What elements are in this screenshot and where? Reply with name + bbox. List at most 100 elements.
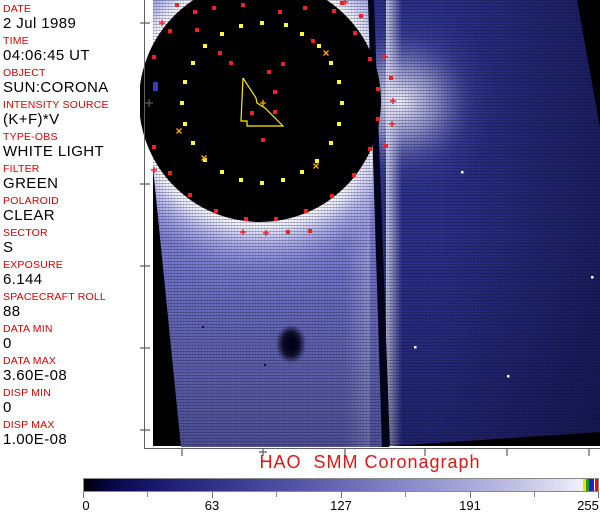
meta-value: 2 Jul 1989: [3, 15, 77, 32]
metadata-sidebar: DATE 2 Jul 1989 TIME 04:06:45 UT OBJECT …: [0, 0, 150, 456]
meta-item-spacecraft-roll: SPACECRAFT ROLL 88: [3, 291, 150, 323]
colorbar-tick-minor: [276, 492, 277, 497]
meta-item-data-max: DATA MAX 3.60E-08: [3, 355, 150, 387]
fiducial-red-dot: [188, 193, 192, 197]
fiducial-red-dot: [273, 90, 277, 94]
star-dot: [591, 276, 594, 279]
fiducial-red-dot: [368, 57, 372, 61]
colorbar-label: 191: [459, 498, 481, 512]
fiducial-red-dot: [368, 147, 372, 151]
coronagraph-viewer-window: DATE 2 Jul 1989 TIME 04:06:45 UT OBJECT …: [0, 0, 600, 512]
fiducial-red-dot: [281, 62, 285, 66]
fiducial-red-dot: [278, 10, 282, 14]
fiducial-red-dot: [250, 111, 254, 115]
fiducial-yellow-dot: [239, 178, 243, 182]
fiducial-yellow-dot: [220, 32, 224, 36]
meta-item-filter: FILTER GREEN: [3, 163, 150, 195]
fiducial-yellow-dot: [239, 24, 243, 28]
meta-value: 6.144: [3, 271, 43, 288]
meta-item-time: TIME 04:06:45 UT: [3, 35, 150, 67]
meta-value: WHITE LIGHT: [3, 143, 105, 160]
fiducial-red-dot: [308, 229, 312, 233]
meta-value: 1.00E-08: [3, 431, 68, 448]
colorbar: [83, 478, 599, 492]
film-edge-artifact: [153, 82, 158, 91]
fiducial-yellow-dot: [203, 44, 207, 48]
fiducial-yellow-dot: [317, 44, 321, 48]
meta-value: 0: [3, 399, 12, 416]
colorbar-saturation-stripe: [589, 479, 594, 491]
colorbar-tick-minor: [147, 492, 148, 497]
fiducial-yellow-dot: [281, 178, 285, 182]
fiducial-red-dot: [273, 110, 277, 114]
star-dot: [507, 375, 510, 378]
fiducial-red-dot: [286, 230, 290, 234]
fiducial-red-dot: [353, 31, 357, 35]
meta-value: GREEN: [3, 175, 59, 192]
fiducial-yellow-dot: [260, 181, 264, 185]
page-title: HAO SMM Coronagraph: [259, 452, 481, 472]
fiducial-red-dot: [241, 3, 245, 7]
colorbar-tick-minor: [534, 492, 535, 497]
fiducial-yellow-dot: [329, 61, 333, 65]
fiducial-red-dot: [212, 6, 216, 10]
fiducial-yellow-dot: [315, 159, 319, 163]
fiducial-red-dot: [389, 76, 393, 80]
fiducial-red-dot: [214, 209, 218, 213]
fiducial-red-dot: [274, 217, 278, 221]
fiducial-yellow-dot: [300, 32, 304, 36]
meta-label: SPACECRAFT ROLL: [3, 291, 106, 303]
meta-value: 0: [3, 335, 12, 352]
fiducial-yellow-dot: [180, 101, 184, 105]
meta-value: CLEAR: [3, 207, 56, 224]
meta-item-disp-min: DISP MIN 0: [3, 387, 150, 419]
fiducial-yellow-dot: [191, 141, 195, 145]
fiducial-red-dot: [218, 51, 222, 55]
colorbar-label: 63: [204, 498, 220, 512]
fiducial-red-dot: [384, 144, 388, 148]
coronagraph-image: [140, 0, 600, 456]
fiducial-red-dot: [352, 173, 356, 177]
fiducial-red-dot: [330, 194, 334, 198]
meta-item-polaroid: POLAROID CLEAR: [3, 195, 150, 227]
fiducial-red-dot: [304, 209, 308, 213]
meta-item-disp-max: DISP MAX 1.00E-08: [3, 419, 150, 451]
meta-item-object: OBJECT SUN:CORONA: [3, 67, 150, 99]
fiducial-yellow-dot: [300, 170, 304, 174]
fiducial-red-dot: [267, 70, 271, 74]
fiducial-red-dot: [261, 138, 265, 142]
fiducial-red-dot: [195, 28, 199, 32]
colorbar-label: 127: [330, 498, 352, 512]
meta-value: 3.60E-08: [3, 367, 68, 384]
colorbar-label: 0: [82, 498, 90, 512]
fiducial-yellow-dot: [220, 170, 224, 174]
fiducial-red-dot: [359, 14, 363, 18]
meta-value: (K+F)*V: [3, 111, 60, 128]
fiducial-yellow-dot: [284, 23, 288, 27]
meta-item-exposure: EXPOSURE 6.144: [3, 259, 150, 291]
meta-value: S: [3, 239, 14, 256]
colorbar-tick-minor: [405, 492, 406, 497]
meta-value: 88: [3, 303, 21, 320]
fiducial-yellow-dot: [191, 61, 195, 65]
fiducial-red-dot: [303, 6, 307, 10]
fiducial-red-dot: [175, 3, 179, 7]
meta-label: DISP MIN: [3, 387, 52, 399]
meta-item-sector: SECTOR S: [3, 227, 150, 259]
meta-item-intensity-source: INTENSITY SOURCE (K+F)*V: [3, 99, 150, 131]
meta-value: SUN:CORONA: [3, 79, 109, 96]
fiducial-red-dot: [168, 29, 172, 33]
colorbar-saturation-stripe: [595, 479, 598, 491]
fiducial-red-dot: [311, 39, 315, 43]
meta-label: SECTOR: [3, 227, 48, 239]
fiducial-red-dot: [229, 61, 233, 65]
meta-item-type-obs: TYPE-OBS WHITE LIGHT: [3, 131, 150, 163]
fiducial-yellow-dot: [260, 21, 264, 25]
fiducial-yellow-dot: [329, 141, 333, 145]
fiducial-yellow-dot: [183, 122, 187, 126]
meta-value: 04:06:45 UT: [3, 47, 90, 64]
meta-item-data-min: DATA MIN 0: [3, 323, 150, 355]
fiducial-red-dot: [376, 117, 380, 121]
fiducial-yellow-dot: [337, 122, 341, 126]
meta-label: DATA MIN: [3, 323, 53, 335]
